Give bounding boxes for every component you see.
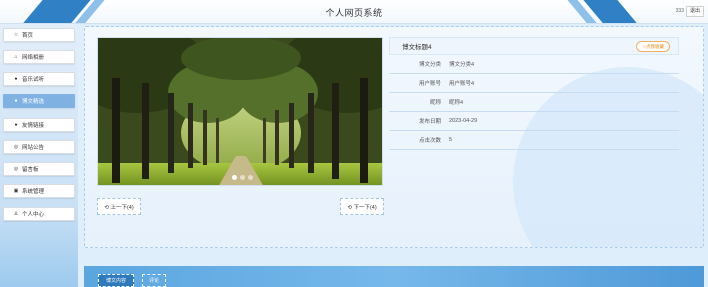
- field-label: 发布日期: [418, 119, 441, 125]
- star-icon: ☆: [13, 32, 19, 38]
- content-tabs-bar: 博文内容 评论: [84, 266, 704, 287]
- field-value: 昵称4: [449, 100, 464, 106]
- field-label: 昵称: [429, 100, 441, 106]
- post-title-bar: 博文标题4 ☆点我收藏: [389, 37, 679, 55]
- field-label: 点击次数: [418, 138, 441, 144]
- sidebar-item-label: 留言板: [22, 167, 39, 173]
- info-icon: ●: [14, 76, 18, 82]
- sidebar: ☆ 首页 ⌂ 网络相册 ● 音乐试听 ● 博文精选 ● 友情链接 ◎ 网站公告 …: [0, 24, 78, 287]
- sidebar-item-announcement[interactable]: ◎ 网站公告: [3, 140, 75, 154]
- field-row-category: 博文分类 博文分类4: [389, 55, 679, 74]
- settings-icon: ◎: [13, 144, 19, 150]
- sidebar-item-label: 系统管理: [22, 189, 45, 195]
- sidebar-item-label: 网络相册: [22, 55, 45, 61]
- tab-comments[interactable]: 评论: [142, 274, 166, 287]
- tree-avenue-photo: [98, 38, 382, 185]
- sidebar-item-label: 个人中心: [22, 212, 45, 218]
- carousel-indicators: [232, 175, 253, 180]
- document-icon: ▣: [13, 188, 19, 194]
- sidebar-item-label: 博文精选: [22, 99, 45, 105]
- detail-panel: 博文标题4 ☆点我收藏 博文分类 博文分类4 用户账号 用户账号4 昵称 昵称4…: [84, 26, 704, 248]
- field-value: 用户账号4: [449, 81, 475, 87]
- post-info: 博文标题4 ☆点我收藏 博文分类 博文分类4 用户账号 用户账号4 昵称 昵称4…: [389, 37, 679, 150]
- sidebar-item-links[interactable]: ● 友情链接: [3, 118, 75, 132]
- info-icon: ●: [14, 122, 18, 128]
- field-row-clicks: 点击次数 5: [389, 131, 679, 150]
- app-title: 个人网页系统: [325, 8, 383, 18]
- username: 333: [675, 8, 684, 14]
- top-bar: 个人网页系统 333 退出: [0, 0, 708, 24]
- sidebar-item-profile[interactable]: ♙ 个人中心: [3, 207, 75, 221]
- carousel-dot[interactable]: [232, 175, 237, 180]
- sidebar-item-home[interactable]: ☆ 首页: [3, 28, 75, 42]
- logout-button[interactable]: 退出: [685, 6, 704, 17]
- prev-button[interactable]: ⟲ 上一下(4): [97, 198, 141, 215]
- carousel-dot[interactable]: [240, 175, 245, 180]
- tab-content[interactable]: 博文内容: [98, 274, 134, 287]
- sidebar-item-system[interactable]: ▣ 系统管理: [3, 184, 75, 198]
- field-value: 5: [449, 137, 453, 143]
- sidebar-item-music[interactable]: ● 音乐试听: [3, 72, 75, 86]
- settings-icon: ◎: [13, 166, 19, 172]
- sidebar-item-label: 友情链接: [22, 123, 45, 129]
- field-row-date: 发布日期 2023-04-29: [389, 112, 679, 131]
- field-row-nickname: 昵称 昵称4: [389, 93, 679, 112]
- favorite-button[interactable]: ☆点我收藏: [635, 41, 670, 52]
- field-value: 2023-04-29: [449, 118, 478, 124]
- sidebar-item-label: 网站公告: [22, 145, 45, 151]
- field-row-account: 用户账号 用户账号4: [389, 74, 679, 93]
- sidebar-item-label: 音乐试听: [22, 77, 45, 83]
- sidebar-item-label: 首页: [22, 33, 34, 39]
- circle-icon: ●: [14, 98, 18, 104]
- home-icon: ⌂: [14, 54, 18, 60]
- field-label: 用户账号: [418, 81, 441, 87]
- user-icon: ♙: [13, 211, 19, 217]
- field-label: 博文分类: [418, 62, 441, 68]
- next-button[interactable]: ⟲ 下一下(4): [340, 198, 384, 215]
- post-title: 博文标题4: [402, 44, 432, 51]
- carousel-image[interactable]: [97, 37, 383, 186]
- sidebar-item-guestbook[interactable]: ◎ 留言板: [3, 162, 75, 176]
- carousel-dot[interactable]: [248, 175, 253, 180]
- sidebar-item-album[interactable]: ⌂ 网络相册: [3, 50, 75, 64]
- sidebar-item-blog[interactable]: ● 博文精选: [3, 94, 75, 108]
- field-value: 博文分类4: [449, 62, 475, 68]
